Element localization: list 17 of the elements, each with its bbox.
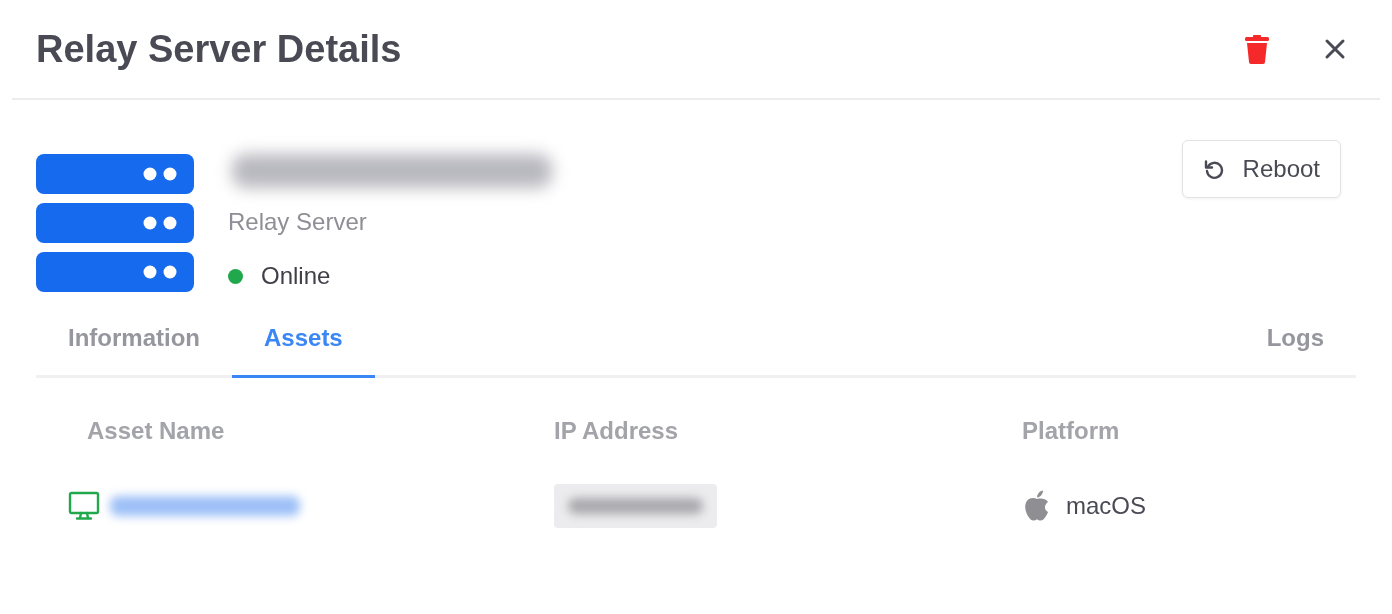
reboot-button[interactable]: Reboot (1181, 140, 1341, 198)
rotate-icon (1202, 158, 1225, 180)
trash-icon (1244, 34, 1270, 64)
column-header: Platform (1022, 417, 1121, 445)
column-header: Asset Name (87, 417, 226, 445)
server-type: Relay Server (228, 208, 368, 236)
status-label: Online (261, 262, 331, 290)
monitor-icon (68, 491, 100, 521)
platform-label: macOS (1066, 492, 1146, 520)
column-header: IP Address (554, 417, 680, 445)
server-icon (36, 154, 194, 292)
tab[interactable]: Logs (1234, 306, 1356, 378)
window-title: Relay Server Details (36, 27, 403, 71)
tab[interactable]: Information (36, 306, 232, 378)
tab[interactable]: Assets (232, 306, 375, 378)
close-icon (1324, 38, 1346, 60)
delete-button[interactable] (1242, 32, 1272, 66)
